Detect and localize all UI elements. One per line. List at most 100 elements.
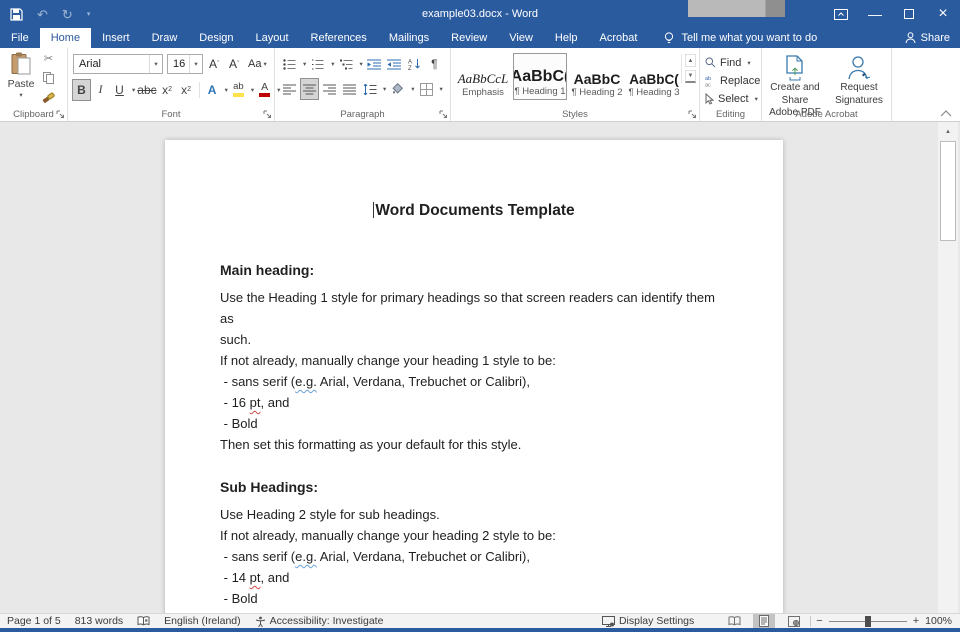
- web-layout-button[interactable]: [783, 614, 805, 629]
- align-right-button[interactable]: [321, 79, 338, 99]
- bullets-button[interactable]: [281, 54, 298, 74]
- copy-icon[interactable]: [43, 72, 54, 84]
- styles-scroll-up-icon[interactable]: ▲: [685, 54, 696, 67]
- document-canvas[interactable]: Word Documents Template Main heading: Us…: [0, 122, 960, 613]
- bullets-caret-icon[interactable]: ▾: [303, 60, 306, 68]
- cut-icon[interactable]: ✂: [44, 54, 53, 65]
- vertical-scrollbar[interactable]: ▲: [938, 122, 958, 613]
- grow-font-button[interactable]: Aˆ: [209, 54, 219, 74]
- accessibility-status[interactable]: Accessibility: Investigate: [248, 615, 391, 627]
- language-indicator[interactable]: English (Ireland): [157, 615, 247, 627]
- subscript-button[interactable]: x2: [159, 80, 176, 100]
- read-mode-button[interactable]: [723, 614, 745, 629]
- document-page[interactable]: Word Documents Template Main heading: Us…: [165, 140, 783, 613]
- scrollbar-up-icon[interactable]: ▲: [939, 124, 957, 139]
- replace-button[interactable]: abac Replace: [705, 73, 760, 88]
- zoom-slider-handle[interactable]: [865, 616, 871, 627]
- paragraph-dialog-launcher-icon[interactable]: [439, 110, 448, 119]
- tab-insert[interactable]: Insert: [91, 28, 141, 48]
- minimize-button[interactable]: —: [858, 0, 892, 28]
- paragraph-row-1: ▾ ▾ ▾ AZ ¶: [281, 54, 443, 74]
- display-settings-button[interactable]: Display Settings: [595, 615, 701, 627]
- underline-button[interactable]: U: [111, 80, 128, 100]
- zoom-slider[interactable]: [829, 621, 907, 622]
- tab-draw[interactable]: Draw: [141, 28, 189, 48]
- show-marks-button[interactable]: ¶: [426, 54, 443, 74]
- increase-indent-button[interactable]: [386, 54, 403, 74]
- tab-home[interactable]: Home: [40, 28, 91, 48]
- maximize-button[interactable]: [892, 0, 926, 28]
- zoom-percentage[interactable]: 100%: [919, 615, 960, 627]
- numbering-caret-icon[interactable]: ▾: [331, 60, 334, 68]
- divider: [199, 82, 200, 98]
- font-name-combobox[interactable]: Arial ▾: [73, 54, 163, 74]
- clipboard-icon: [10, 52, 32, 76]
- style-heading-2[interactable]: AaBbC ¶ Heading 2: [570, 53, 624, 100]
- collapse-ribbon-icon[interactable]: [940, 110, 952, 117]
- scrollbar-thumb[interactable]: [940, 141, 956, 241]
- style-heading-3[interactable]: AaBbC( ¶ Heading 3: [627, 53, 681, 100]
- line-spacing-button[interactable]: [361, 79, 378, 99]
- styles-dialog-launcher-icon[interactable]: [688, 110, 697, 119]
- borders-caret-icon[interactable]: ▾: [440, 85, 443, 93]
- redo-icon[interactable]: ↻: [62, 8, 73, 21]
- align-center-button[interactable]: [301, 79, 318, 99]
- undo-icon[interactable]: ↶: [37, 8, 48, 21]
- paste-button[interactable]: Paste ▾: [3, 52, 39, 110]
- style-emphasis[interactable]: AaBbCcL Emphasis: [456, 53, 510, 100]
- borders-button[interactable]: [418, 79, 435, 99]
- shrink-font-button[interactable]: Aˇ: [229, 54, 239, 74]
- tab-acrobat[interactable]: Acrobat: [589, 28, 649, 48]
- numbering-button[interactable]: [309, 54, 326, 74]
- customize-qat-caret-icon[interactable]: ▾: [87, 11, 91, 18]
- strikethrough-button[interactable]: abc: [137, 80, 156, 100]
- close-button[interactable]: ×: [926, 0, 960, 28]
- zoom-out-button[interactable]: −: [816, 615, 822, 627]
- save-icon[interactable]: [10, 8, 23, 21]
- find-button[interactable]: Find ▾: [705, 55, 751, 70]
- font-dialog-launcher-icon[interactable]: [263, 110, 272, 119]
- style-heading-1[interactable]: AaBbC( ¶ Heading 1: [513, 53, 567, 100]
- share-button[interactable]: Share: [905, 28, 950, 48]
- tab-file[interactable]: File: [0, 28, 40, 48]
- highlight-color-button[interactable]: ab: [230, 80, 247, 100]
- proofing-icon[interactable]: [130, 616, 157, 626]
- highlight-caret-icon[interactable]: ▾: [251, 86, 254, 94]
- styles-more-icon[interactable]: ▼: [685, 70, 696, 83]
- superscript-button[interactable]: x2: [178, 80, 195, 100]
- line-spacing-caret-icon[interactable]: ▾: [383, 85, 386, 93]
- clipboard-dialog-launcher-icon[interactable]: [56, 110, 65, 119]
- sort-button[interactable]: AZ: [406, 54, 423, 74]
- request-signatures-button[interactable]: Request Signatures: [828, 52, 890, 107]
- bold-button[interactable]: B: [73, 80, 90, 100]
- group-paragraph: ▾ ▾ ▾ AZ ¶: [275, 48, 451, 121]
- decrease-indent-button[interactable]: [366, 54, 383, 74]
- print-layout-button[interactable]: [753, 614, 775, 629]
- text-effects-button[interactable]: A: [204, 80, 221, 100]
- tab-references[interactable]: References: [300, 28, 378, 48]
- font-size-combobox[interactable]: 16 ▾: [167, 54, 203, 74]
- shading-caret-icon[interactable]: ▾: [411, 85, 414, 93]
- italic-button[interactable]: I: [92, 80, 109, 100]
- tab-view[interactable]: View: [498, 28, 544, 48]
- tell-me-box[interactable]: Tell me what you want to do: [664, 28, 817, 48]
- change-case-button[interactable]: Aa▾: [248, 54, 267, 74]
- word-count[interactable]: 813 words: [68, 615, 130, 627]
- tab-review[interactable]: Review: [440, 28, 498, 48]
- justify-button[interactable]: [341, 79, 358, 99]
- multilevel-list-button[interactable]: [338, 54, 355, 74]
- font-color-button[interactable]: A: [256, 80, 273, 100]
- align-left-button[interactable]: [281, 79, 298, 99]
- text-effects-caret-icon[interactable]: ▾: [225, 86, 228, 94]
- tab-layout[interactable]: Layout: [245, 28, 300, 48]
- ribbon-display-options-icon[interactable]: [824, 0, 858, 28]
- underline-caret-icon[interactable]: ▾: [132, 86, 135, 94]
- tab-help[interactable]: Help: [544, 28, 589, 48]
- select-button[interactable]: Select ▾: [705, 91, 758, 106]
- page-indicator[interactable]: Page 1 of 5: [0, 615, 68, 627]
- multilevel-caret-icon[interactable]: ▾: [360, 60, 363, 68]
- tab-design[interactable]: Design: [188, 28, 244, 48]
- shading-button[interactable]: [389, 79, 406, 99]
- format-painter-icon[interactable]: [42, 91, 55, 103]
- tab-mailings[interactable]: Mailings: [378, 28, 440, 48]
